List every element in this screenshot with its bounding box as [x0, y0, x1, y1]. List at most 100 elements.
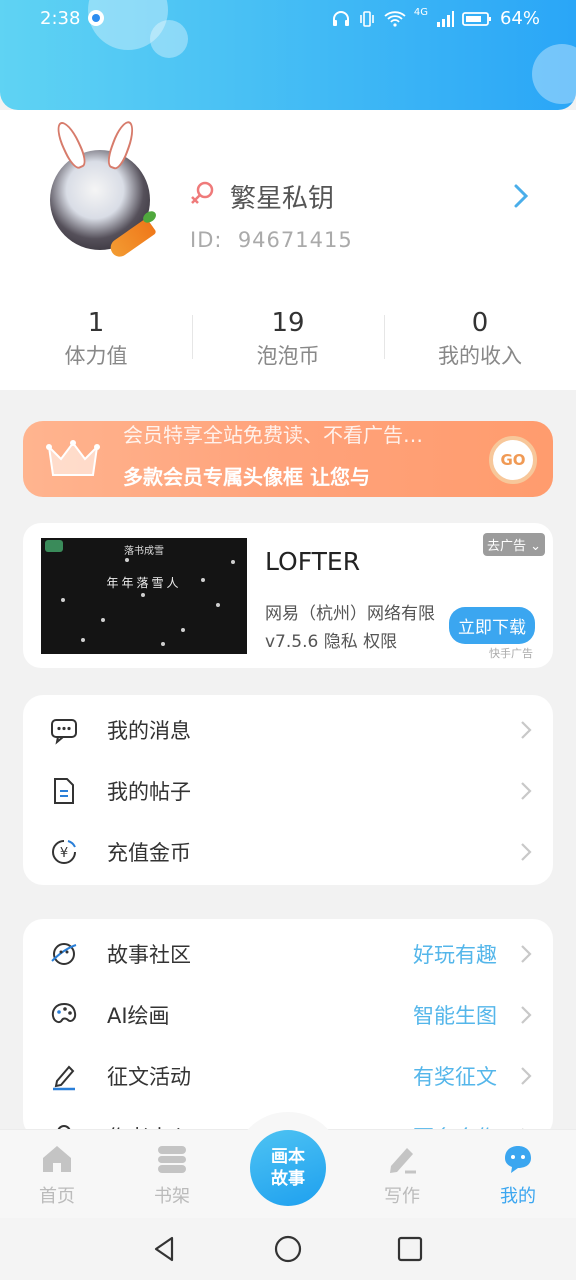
- menu-item-posts[interactable]: 我的帖子: [23, 760, 553, 821]
- menu-label: AI绘画: [107, 1004, 170, 1028]
- chevron-right-icon: [521, 782, 532, 800]
- back-icon[interactable]: [150, 1234, 180, 1264]
- document-icon: [54, 778, 74, 804]
- chevron-right-icon[interactable]: [508, 180, 536, 212]
- menu-label: 故事社区: [107, 943, 191, 967]
- headphone-icon: [332, 10, 349, 26]
- status-bar: 2:38 4G 64%: [0, 0, 576, 38]
- bottom-tab-bar: 首页 书架 画本 故事 写作 我的: [0, 1112, 576, 1222]
- menu-item-community[interactable]: 故事社区 好玩有趣: [23, 923, 553, 984]
- bookshelf-icon: [158, 1146, 186, 1173]
- center-story-button[interactable]: 画本 故事: [250, 1130, 326, 1206]
- ad-company: 网易（杭州）网络有限公司: [265, 604, 435, 624]
- app-notification-icon: [88, 10, 104, 26]
- user-id-value: 94671415: [237, 228, 353, 252]
- stat-value: 0: [471, 308, 489, 338]
- vip-go-button[interactable]: GO: [489, 436, 537, 484]
- tab-label: 书架: [154, 1186, 190, 1207]
- write-icon: [390, 1148, 416, 1174]
- recent-apps-icon[interactable]: [395, 1234, 425, 1264]
- menu-item-messages[interactable]: 我的消息: [23, 699, 553, 760]
- network-type: 4G: [413, 7, 428, 18]
- menu-label: 我的消息: [107, 719, 191, 743]
- status-time: 2:38: [40, 8, 81, 29]
- remove-ad-label: 去广告: [486, 539, 526, 554]
- planet-icon: [51, 943, 77, 965]
- stat-stamina[interactable]: 1 体力值: [0, 305, 192, 375]
- battery-percent: 64%: [499, 8, 540, 29]
- svg-text:¥: ¥: [60, 846, 68, 861]
- ad-title: LOFTER: [265, 547, 361, 576]
- ad-image-caption-top: 落书成雪: [124, 546, 164, 557]
- header-background: 2:38 4G 64%: [0, 0, 576, 110]
- female-icon: [188, 180, 216, 208]
- snow-decoration: [231, 560, 235, 564]
- stat-value: 1: [87, 308, 105, 338]
- wifi-icon: [384, 10, 406, 27]
- ad-image-caption-mid: 年年落雪人: [106, 576, 182, 590]
- stat-label: 体力值: [64, 344, 128, 368]
- status-icons: 4G 64%: [332, 7, 540, 29]
- crown-icon: [46, 440, 100, 476]
- ad-version: v7.5.6 隐私 权限: [265, 632, 398, 652]
- ad-download-button[interactable]: 立即下载: [449, 607, 535, 644]
- tab-bookshelf[interactable]: 书架: [132, 1130, 212, 1218]
- vip-text-line2: 多款会员专属头像框 让您与: [123, 465, 370, 489]
- tab-profile[interactable]: 我的: [478, 1130, 558, 1218]
- snow-decoration: [216, 603, 220, 607]
- palette-icon: [51, 1002, 77, 1024]
- profile-chat-icon: [505, 1146, 531, 1173]
- remove-ad-button[interactable]: 去广告 ⌄: [482, 533, 545, 556]
- tab-write[interactable]: 写作: [362, 1130, 442, 1218]
- menu-label: 充值金币: [107, 841, 191, 865]
- stat-value: 19: [271, 308, 305, 338]
- battery-icon: [462, 11, 491, 26]
- menu-item-recharge[interactable]: ¥ 充值金币: [23, 821, 553, 882]
- snow-decoration: [141, 593, 145, 597]
- menu-extra: 好玩有趣: [413, 943, 497, 967]
- system-navigation-bar: [0, 1218, 576, 1280]
- center-button-line2: 故事: [271, 1169, 305, 1189]
- snow-decoration: [61, 598, 65, 602]
- tab-label: 首页: [39, 1186, 75, 1207]
- message-icon: [51, 719, 77, 745]
- stat-label: 我的收入: [438, 344, 522, 368]
- chevron-right-icon: [521, 945, 532, 963]
- signal-icon: [436, 10, 454, 27]
- snow-decoration: [181, 628, 185, 632]
- snow-decoration: [201, 578, 205, 582]
- chevron-right-icon: [521, 843, 532, 861]
- tab-home[interactable]: 首页: [17, 1130, 97, 1218]
- ad-card[interactable]: 落书成雪 年年落雪人 去广告 ⌄ LOFTER 网易（杭州）网络有限公司 v7.…: [23, 523, 553, 668]
- home-circle-icon[interactable]: [273, 1234, 303, 1264]
- stat-bubble-coins[interactable]: 19 泡泡币: [192, 305, 384, 375]
- decor-bubble: [532, 44, 576, 104]
- user-id: ID: 94671415: [190, 228, 353, 252]
- menu-item-contest[interactable]: 征文活动 有奖征文: [23, 1045, 553, 1106]
- snow-decoration: [81, 638, 85, 642]
- menu-extra: 有奖征文: [413, 1065, 497, 1089]
- ad-image[interactable]: 落书成雪 年年落雪人: [41, 538, 247, 654]
- vibrate-icon: [360, 10, 374, 27]
- tab-label: 写作: [384, 1186, 420, 1207]
- coin-icon: ¥: [52, 840, 76, 864]
- username: 繁星私钥: [230, 184, 335, 214]
- stat-income[interactable]: 0 我的收入: [384, 305, 576, 375]
- center-button-line1: 画本: [271, 1147, 305, 1167]
- chevron-right-icon: [521, 1006, 532, 1024]
- user-id-label: ID:: [190, 228, 223, 252]
- snow-decoration: [125, 558, 129, 562]
- ad-source: 快手广告: [489, 647, 533, 660]
- pen-icon: [53, 1065, 75, 1091]
- menu-card-account: 我的消息 我的帖子 ¥ 充值金币: [23, 695, 553, 885]
- menu-item-ai-painting[interactable]: AI绘画 智能生图: [23, 984, 553, 1045]
- vip-text-line1: 会员特享全站免费读、不看广告…: [123, 423, 423, 447]
- tab-label: 我的: [500, 1186, 536, 1207]
- avatar[interactable]: [50, 118, 157, 261]
- stat-label: 泡泡币: [256, 344, 320, 368]
- menu-label: 我的帖子: [107, 780, 191, 804]
- menu-extra: 智能生图: [413, 1004, 497, 1028]
- home-icon: [43, 1146, 71, 1172]
- vip-banner[interactable]: 会员特享全站免费读、不看广告… 多款会员专属头像框 让您与 GO: [23, 421, 553, 497]
- snow-decoration: [161, 642, 165, 646]
